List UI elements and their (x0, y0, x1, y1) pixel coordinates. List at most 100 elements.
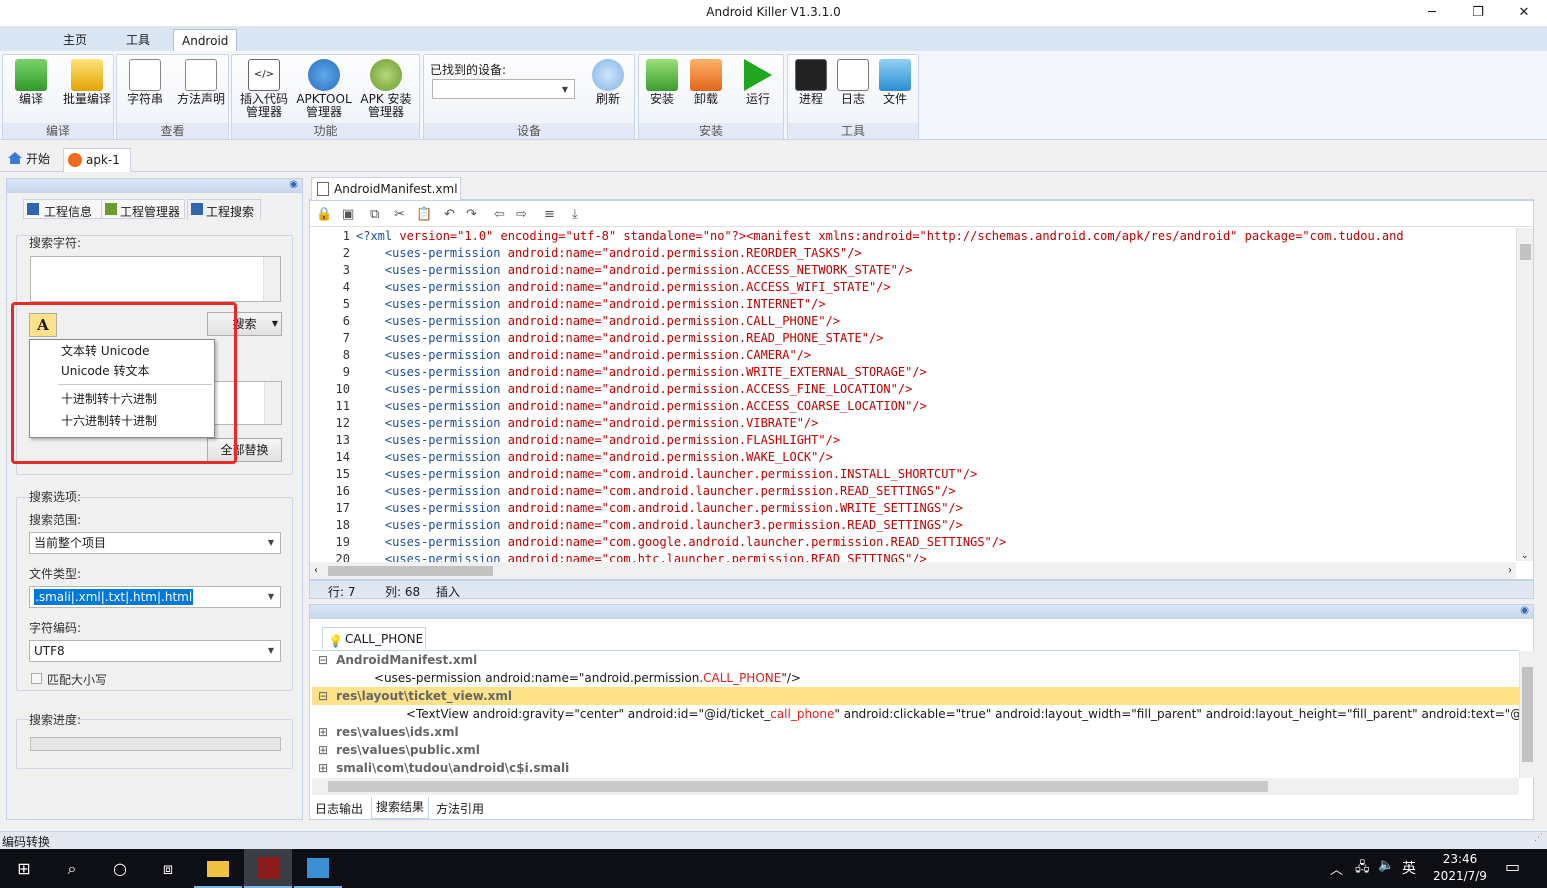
copy-icon[interactable]: ⧉ (370, 207, 379, 222)
close-button[interactable]: ✕ (1501, 0, 1547, 27)
search-textarea[interactable] (30, 256, 281, 302)
forward-icon[interactable]: ⇨ (516, 207, 527, 222)
archive-app-icon[interactable] (294, 849, 342, 888)
result-file-node[interactable]: ⊞ smali\com\tudou\android\c$i.smali (312, 759, 1519, 777)
tray-chevron-up-icon[interactable]: ︿ (1330, 859, 1343, 878)
result-file-node[interactable]: ⊞ res\values\public.xml (312, 741, 1519, 759)
jump-icon[interactable]: ⤓ (572, 207, 578, 222)
tab-home[interactable]: 主页 (55, 29, 95, 51)
refresh-button[interactable]: 刷新 (584, 55, 632, 125)
expand-toggle-icon[interactable]: ⊟ (318, 689, 328, 703)
eye-icon[interactable]: ◉ (289, 179, 298, 190)
search-scrollbar[interactable] (263, 257, 280, 301)
android-killer-taskbar-icon[interactable] (244, 849, 292, 888)
windows-start-icon[interactable]: ⊞ (0, 849, 48, 888)
cut-icon[interactable]: ✂ (394, 207, 405, 222)
volume-icon[interactable]: 🔈 (1378, 858, 1394, 873)
expand-toggle-icon[interactable]: ⊟ (318, 653, 328, 667)
eye-icon[interactable]: ◉ (1520, 605, 1529, 616)
chevron-right-icon[interactable]: › (1508, 565, 1512, 576)
search-icon[interactable]: ⌕ (48, 849, 96, 888)
editor-vscrollbar[interactable]: ⌄ (1516, 228, 1533, 561)
redo-icon[interactable]: ↷ (466, 207, 477, 222)
tab-android-manifest[interactable]: AndroidManifest.xml (311, 177, 461, 200)
expand-toggle-icon[interactable]: ⊞ (318, 725, 328, 739)
expand-toggle-icon[interactable]: ⊞ (318, 761, 328, 775)
chevron-down-icon[interactable]: ⌄ (1521, 551, 1529, 561)
tab-start[interactable]: 开始 (4, 148, 56, 172)
tab-project-manager[interactable]: 工程管理器 (101, 199, 185, 219)
paste-icon[interactable]: 📋 (416, 207, 432, 222)
strings-button[interactable]: 字符串 (119, 55, 171, 125)
batch-compile-button[interactable]: 批量编译 (61, 55, 113, 125)
hscroll-thumb[interactable] (328, 566, 493, 576)
back-icon[interactable]: ⇦ (494, 207, 505, 222)
expand-toggle-icon[interactable]: ⊞ (318, 743, 328, 757)
result-match-line[interactable]: <uses-permission android:name="android.p… (312, 669, 1519, 687)
results-hscrollbar[interactable] (312, 778, 1519, 795)
scroll-thumb[interactable] (1522, 667, 1533, 762)
maximize-button[interactable]: ❐ (1455, 0, 1501, 27)
clock[interactable]: 23:46 2021/7/9 (1425, 851, 1495, 885)
log-button[interactable]: 日志 (832, 55, 874, 125)
compile-button[interactable]: 编译 (5, 55, 57, 125)
result-file-name: res\layout\ticket_view.xml (336, 689, 513, 703)
filetype-select[interactable]: .smali|.xml|.txt|.htm|.html ▼ (29, 586, 281, 608)
network-icon[interactable]: 🖧 (1355, 858, 1370, 880)
tab-log-output[interactable]: 日志输出 (315, 800, 363, 817)
apktool-button[interactable]: APKTOOL管理器 (295, 55, 353, 125)
insert-code-button[interactable]: </> 插入代码管理器 (235, 55, 293, 125)
method-decl-button[interactable]: 方法声明 (175, 55, 227, 125)
replace-scrollbar[interactable] (264, 382, 281, 424)
result-file-node[interactable]: ⊞ res\values\ids.xml (312, 723, 1519, 741)
code-area[interactable]: 1 <?xml version="1.0" encoding="utf-8" st… (310, 228, 1516, 563)
result-file-node[interactable]: ⊟ res\layout\ticket_view.xml (312, 687, 1519, 705)
encoding-select[interactable]: UTF8 ▼ (29, 640, 281, 662)
tab-method-refs[interactable]: 方法引用 (436, 800, 484, 817)
task-view-icon[interactable]: ⧈ (144, 849, 192, 888)
clock-date: 2021/7/9 (1433, 869, 1487, 883)
file-button[interactable]: 文件 (874, 55, 916, 125)
save-icon[interactable]: ▣ (342, 207, 354, 222)
editor-hscrollbar[interactable]: ‹ › (310, 562, 1516, 579)
code-line: 16 <uses-permission android:name="com.an… (310, 483, 1516, 500)
chevron-down-icon: ▼ (267, 538, 274, 547)
tab-android[interactable]: Android (173, 29, 238, 51)
resize-grip-icon[interactable]: ⋰ (1534, 833, 1543, 843)
install-button[interactable]: 安装 (639, 55, 685, 125)
tab-project-search[interactable]: 工程搜索 (187, 199, 261, 220)
line-number: 13 (335, 433, 350, 447)
ime-language[interactable]: 英 (1402, 858, 1416, 878)
scroll-thumb[interactable] (1520, 244, 1531, 260)
wrap-icon[interactable]: ≡ (544, 207, 555, 222)
xml-attributes: android:name="android.permission.ACCESS_… (500, 280, 891, 294)
undo-icon[interactable]: ↶ (444, 207, 455, 222)
results-vscrollbar[interactable] (1519, 651, 1534, 778)
lock-icon[interactable]: 🔒 (316, 207, 332, 222)
match-hit: CALL_PHONE (703, 671, 782, 685)
tab-search-results[interactable]: 搜索结果 (371, 797, 429, 819)
process-button[interactable]: 进程 (790, 55, 832, 125)
hscroll-thumb[interactable] (328, 781, 1268, 792)
tab-tools[interactable]: 工具 (118, 29, 158, 51)
minimize-button[interactable]: ─ (1409, 0, 1455, 27)
notification-icon[interactable]: ▭ (1505, 857, 1520, 876)
result-match-line[interactable]: <TextView android:gravity="center" andro… (312, 705, 1519, 723)
file-explorer-icon[interactable] (194, 849, 242, 888)
chevron-left-icon[interactable]: ‹ (314, 565, 318, 576)
run-button[interactable]: 运行 (735, 55, 781, 125)
uninstall-button[interactable]: 卸载 (683, 55, 729, 125)
doc-tab-bar: 开始 apk-1 (0, 146, 1547, 172)
result-file-node[interactable]: ⊟ AndroidManifest.xml (312, 651, 1519, 669)
xml-attributes: android:name="com.android.launcher.permi… (500, 467, 978, 481)
device-select[interactable]: ▼ (432, 79, 575, 99)
cortana-icon[interactable]: ○ (96, 849, 144, 888)
tab-call-phone[interactable]: 💡 CALL_PHONE (322, 627, 426, 649)
tab-project-info[interactable]: 工程信息 (23, 199, 111, 219)
tab-apk-1[interactable]: apk-1 (63, 148, 131, 172)
scope-select[interactable]: 当前整个项目 ▼ (29, 532, 281, 554)
code-line: 5 <uses-permission android:name="android… (310, 296, 1516, 313)
apk-install-button[interactable]: APK 安装管理器 (357, 55, 415, 125)
match-case-checkbox[interactable] (31, 673, 42, 684)
